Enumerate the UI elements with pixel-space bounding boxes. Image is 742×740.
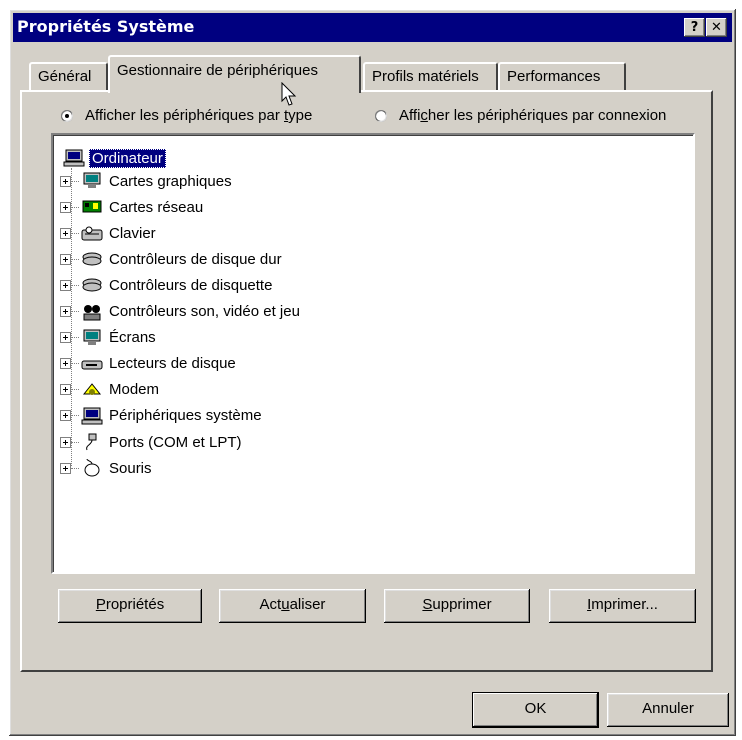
modem-icon — [82, 382, 102, 395]
tree-root-label[interactable]: Ordinateur — [89, 148, 166, 168]
tree-connector-h — [71, 363, 79, 365]
tree-item-label: Clavier — [109, 224, 156, 242]
cancel-button[interactable]: Annuler — [607, 693, 729, 727]
tree-connector-h — [71, 311, 79, 312]
expand-icon[interactable] — [60, 253, 71, 265]
tree-item[interactable]: Souris — [60, 457, 152, 479]
tab-hardware-profiles[interactable]: Profils matériels — [363, 62, 498, 90]
view-by-type-option[interactable]: Afficher les périphériques par type — [61, 107, 312, 124]
tree-item[interactable]: Contrôleurs de disque dur — [60, 248, 282, 270]
tab-general-label: Général — [38, 68, 92, 85]
tree-item-label: Souris — [109, 459, 152, 477]
tree-item[interactable]: Périphériques système — [60, 405, 262, 427]
tree-item-label: Lecteurs de disque — [109, 355, 236, 373]
computer-icon — [63, 149, 85, 167]
tree-item[interactable]: Ports (COM et LPT) — [60, 431, 242, 453]
tree-connector-h — [71, 284, 79, 286]
tree-item-label: Cartes graphiques — [109, 172, 232, 190]
system-device-icon — [81, 407, 103, 425]
tab-device-manager[interactable]: Gestionnaire de périphériques — [108, 55, 361, 93]
tree-item[interactable]: Contrôleurs son, vidéo et jeu — [60, 301, 300, 323]
expand-icon[interactable] — [60, 279, 71, 291]
tree-item-label: Contrôleurs son, vidéo et jeu — [109, 303, 300, 320]
keyboard-icon — [81, 226, 103, 241]
device-tree[interactable]: Ordinateur Cartes graphiques Cartes résea… — [51, 133, 695, 574]
expand-icon[interactable] — [60, 358, 71, 370]
tree-connector-h — [71, 258, 79, 260]
tab-general[interactable]: Général — [29, 62, 108, 90]
tree-item[interactable]: Modem — [60, 379, 159, 401]
window-title: Propriétés Système — [17, 17, 195, 36]
tree-connector-h — [71, 389, 79, 391]
tab-hardware-profiles-label: Profils matériels — [372, 68, 479, 85]
tree-root-row[interactable]: Ordinateur — [63, 147, 166, 169]
expand-icon[interactable] — [60, 227, 71, 239]
expand-icon[interactable] — [60, 384, 71, 396]
print-button[interactable]: Imprimer... — [549, 589, 696, 623]
tree-item[interactable]: Contrôleurs de disquette — [60, 274, 272, 296]
view-by-connection-label: Afficher les périphériques par connexion — [399, 107, 667, 124]
tree-item-label: Périphériques système — [109, 407, 262, 425]
tree-item-label: Contrôleurs de disque dur — [109, 250, 282, 268]
expand-icon[interactable] — [60, 306, 71, 317]
tab-device-manager-label: Gestionnaire de périphériques — [117, 62, 318, 79]
sound-video-game-icon — [83, 304, 101, 320]
tree-item-label: Modem — [109, 381, 160, 399]
disk-drive-icon — [81, 360, 103, 370]
expand-icon[interactable] — [60, 332, 71, 344]
tree-connector-h — [71, 441, 79, 443]
tree-item[interactable]: Cartes réseau — [60, 196, 203, 218]
tab-performance[interactable]: Performances — [498, 62, 626, 90]
expand-icon[interactable] — [60, 436, 71, 448]
refresh-button[interactable]: Actualiser — [219, 589, 366, 623]
title-bar[interactable]: Propriétés Système ? ✕ — [13, 13, 732, 42]
tree-connector-h — [71, 467, 79, 469]
remove-button[interactable]: Supprimer — [384, 589, 530, 623]
close-button[interactable]: ✕ — [706, 18, 727, 37]
mouse-cursor-icon — [281, 82, 297, 106]
expand-icon[interactable] — [60, 201, 71, 213]
monitor-icon — [83, 172, 101, 188]
disk-controller-icon — [82, 252, 102, 266]
tree-item[interactable]: Clavier — [60, 222, 156, 244]
tree-item-label: Ports (COM et LPT) — [109, 433, 242, 451]
floppy-controller-icon — [82, 278, 102, 292]
monitor-icon — [83, 329, 101, 345]
tree-item-label: Écrans — [109, 329, 156, 347]
tree-connector-h — [71, 232, 79, 234]
tab-performance-label: Performances — [507, 68, 601, 85]
tree-item-label: Contrôleurs de disquette — [109, 276, 273, 294]
help-button[interactable]: ? — [684, 18, 705, 37]
port-icon — [86, 433, 97, 451]
view-by-connection-option[interactable]: Afficher les périphériques par connexion — [375, 107, 666, 124]
view-by-type-label: Afficher les périphériques par type — [85, 107, 313, 124]
radio-by-type[interactable] — [61, 109, 73, 122]
tree-connector-h — [71, 180, 79, 182]
expand-icon[interactable] — [60, 410, 71, 422]
expand-icon[interactable] — [60, 462, 71, 474]
radio-by-connection[interactable] — [375, 109, 387, 122]
tree-item[interactable]: Écrans — [60, 327, 156, 349]
tree-item[interactable]: Cartes graphiques — [60, 170, 232, 192]
tree-item-label: Cartes réseau — [109, 198, 204, 216]
network-card-icon — [82, 200, 102, 213]
tree-connector-h — [71, 206, 79, 208]
mouse-icon — [84, 459, 100, 477]
tree-item[interactable]: Lecteurs de disque — [60, 353, 236, 375]
tree-connector-h — [71, 337, 79, 339]
expand-icon[interactable] — [60, 175, 71, 187]
properties-button[interactable]: Propriétés — [58, 589, 202, 623]
ok-button[interactable]: OK — [473, 693, 598, 727]
tree-connector-h — [71, 415, 79, 417]
